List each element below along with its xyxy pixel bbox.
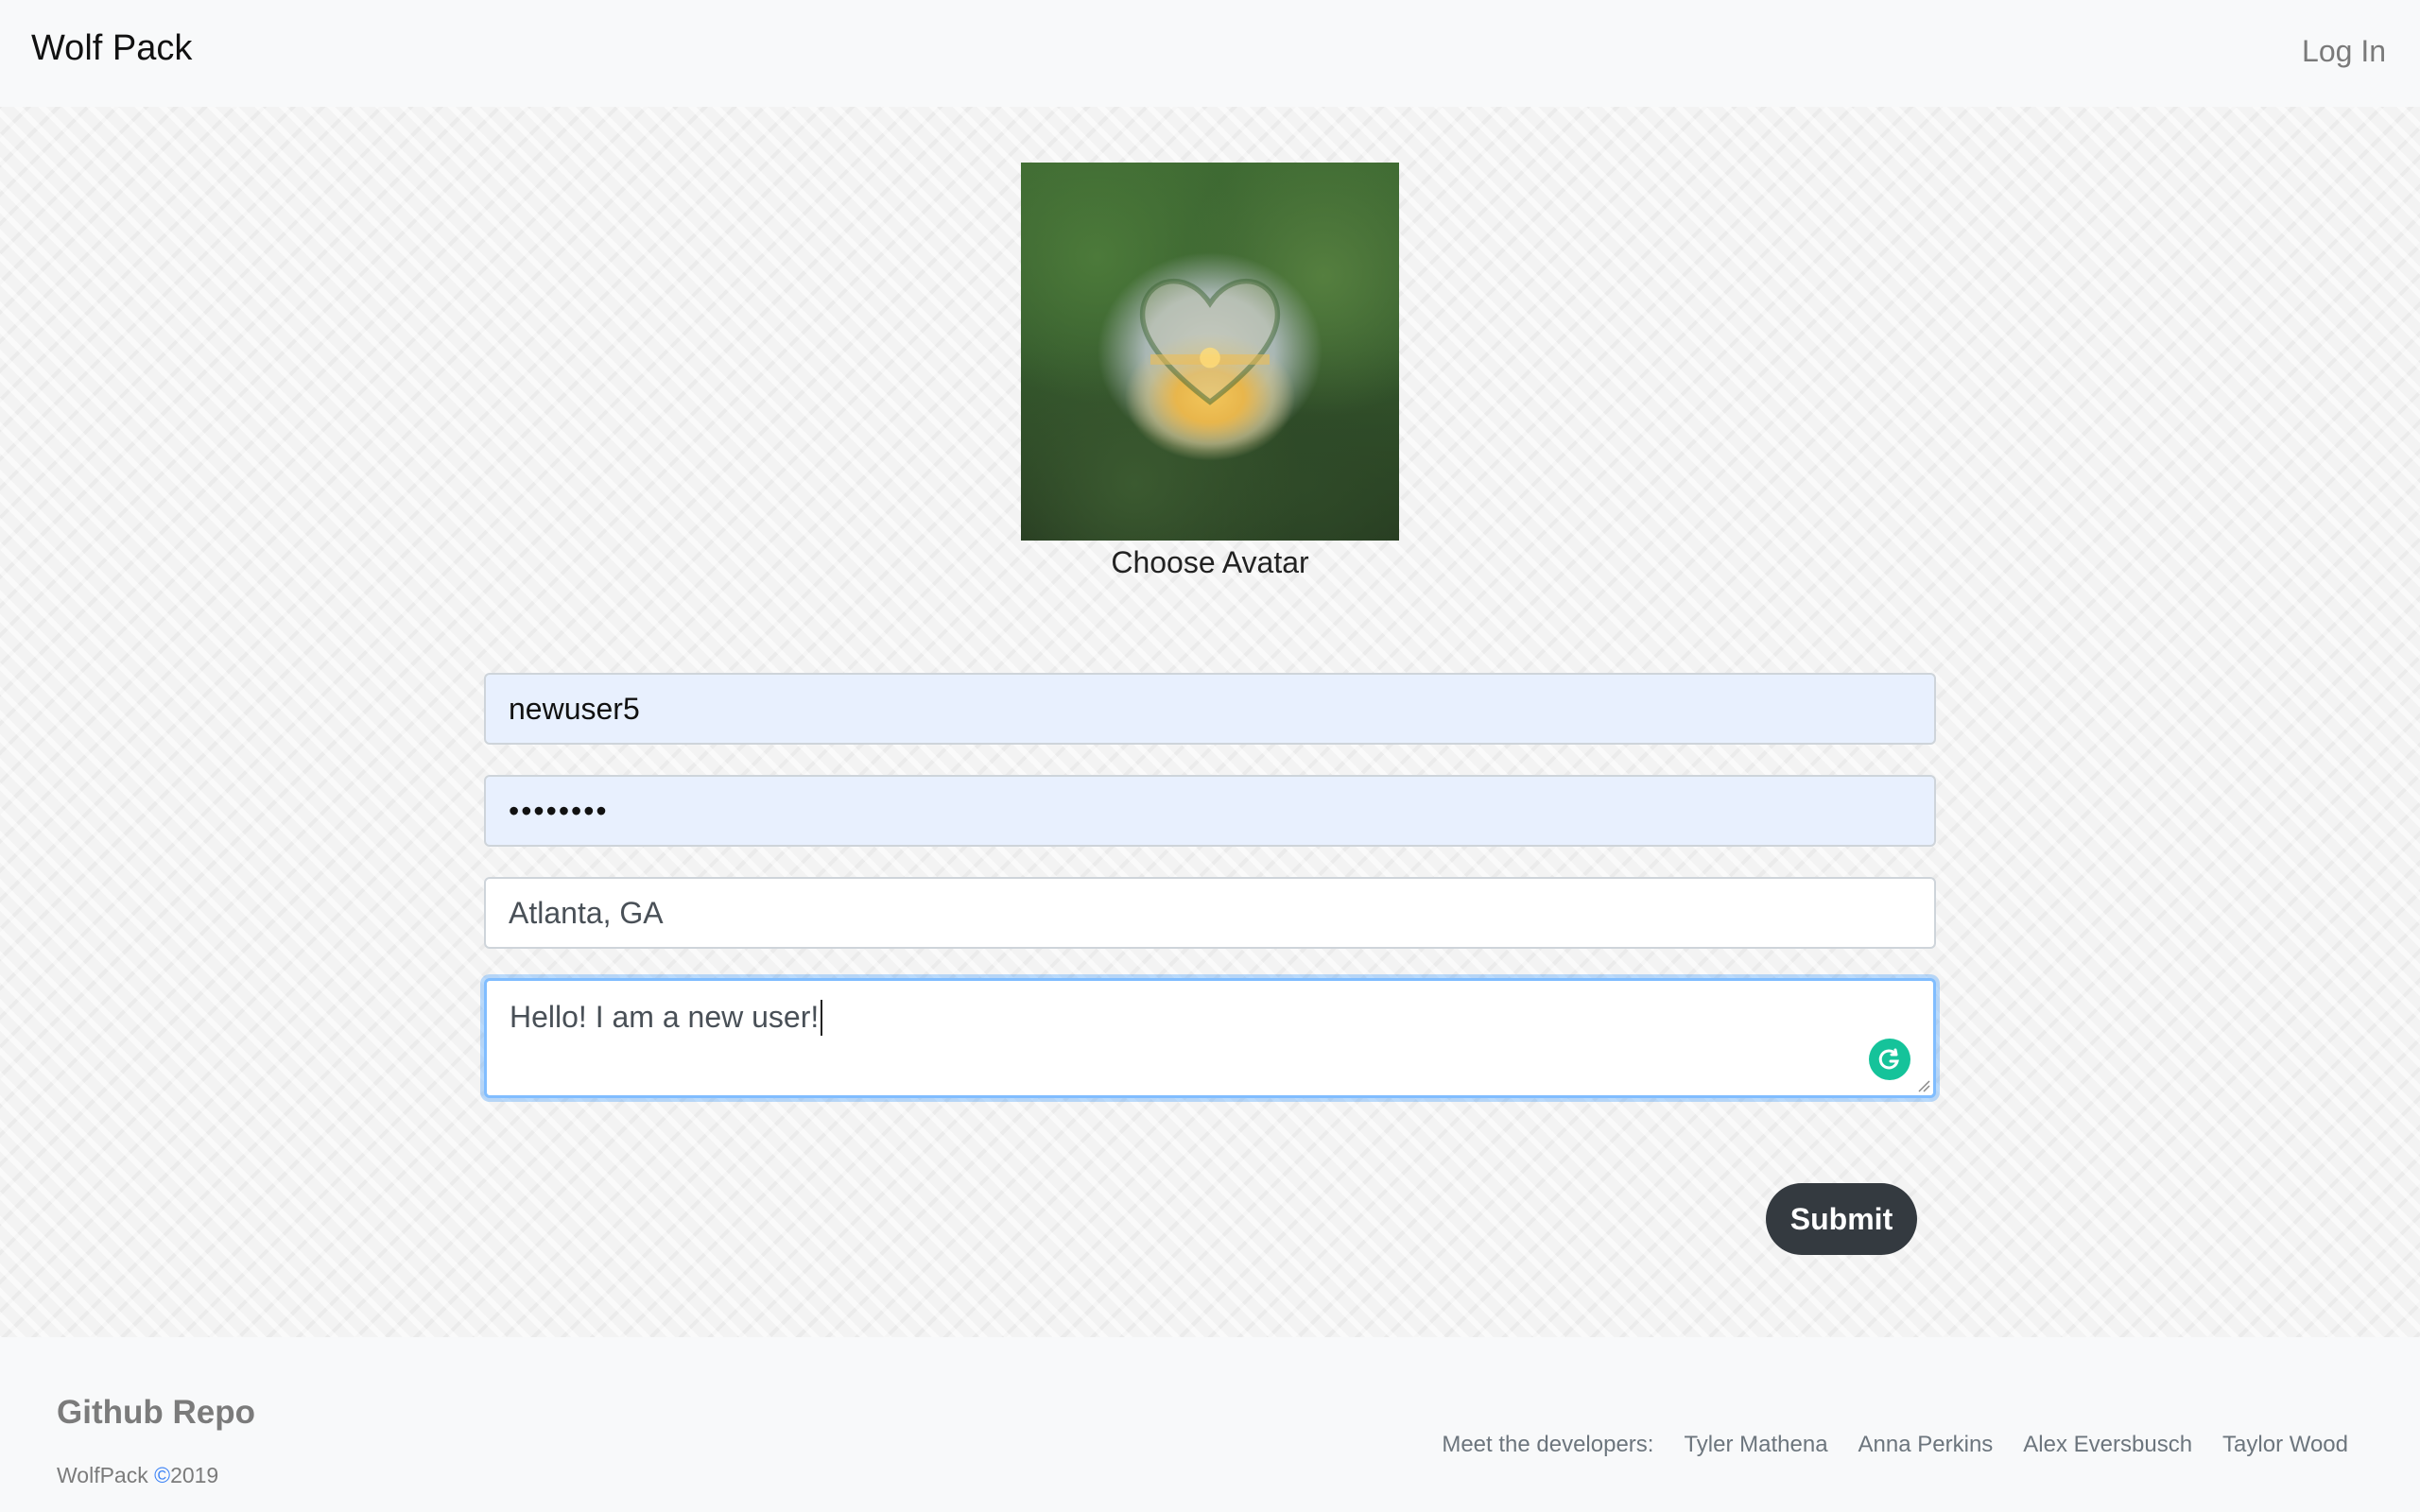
bio-text: Hello! I am a new user!	[510, 1000, 820, 1034]
navbar: Wolf Pack Log In	[0, 0, 2420, 107]
devs-heading: Meet the developers:	[1442, 1432, 1654, 1457]
grammarly-glyph	[1878, 1048, 1899, 1070]
copyright-brand: WolfPack	[57, 1463, 155, 1487]
submit-button[interactable]: Submit	[1766, 1183, 1917, 1255]
login-link[interactable]: Log In	[2302, 34, 2386, 69]
brand-logo[interactable]: Wolf Pack	[31, 28, 192, 69]
password-input[interactable]: ••••••••	[484, 775, 1936, 847]
avatar-image[interactable]	[1021, 163, 1399, 541]
developer-link[interactable]: Anna Perkins	[1858, 1432, 1994, 1458]
bio-textarea[interactable]: Hello! I am a new user!	[484, 978, 1936, 1098]
copyright: WolfPack ©2019	[57, 1463, 218, 1488]
copyright-symbol: ©	[154, 1463, 171, 1487]
choose-avatar-label[interactable]: Choose Avatar	[1021, 545, 1399, 580]
grammarly-icon[interactable]	[1869, 1039, 1910, 1080]
developer-link[interactable]: Alex Eversbusch	[2023, 1432, 2192, 1458]
developer-link[interactable]: Tyler Mathena	[1684, 1432, 1827, 1458]
username-input[interactable]: newuser5	[484, 673, 1936, 745]
text-caret	[821, 1000, 823, 1036]
avatar-picker[interactable]	[1021, 163, 1399, 541]
github-repo-link[interactable]: Github Repo	[57, 1394, 255, 1432]
developer-link[interactable]: Taylor Wood	[2222, 1432, 2348, 1458]
location-input[interactable]: Atlanta, GA	[484, 877, 1936, 949]
copyright-year: 2019	[170, 1463, 219, 1487]
footer: Github Repo WolfPack ©2019 Meet the deve…	[0, 1337, 2420, 1512]
developers-list: Meet the developers: Tyler Mathena Anna …	[1442, 1432, 2348, 1458]
heart-shape	[1139, 279, 1281, 405]
resize-handle-icon[interactable]	[1917, 1079, 1930, 1092]
